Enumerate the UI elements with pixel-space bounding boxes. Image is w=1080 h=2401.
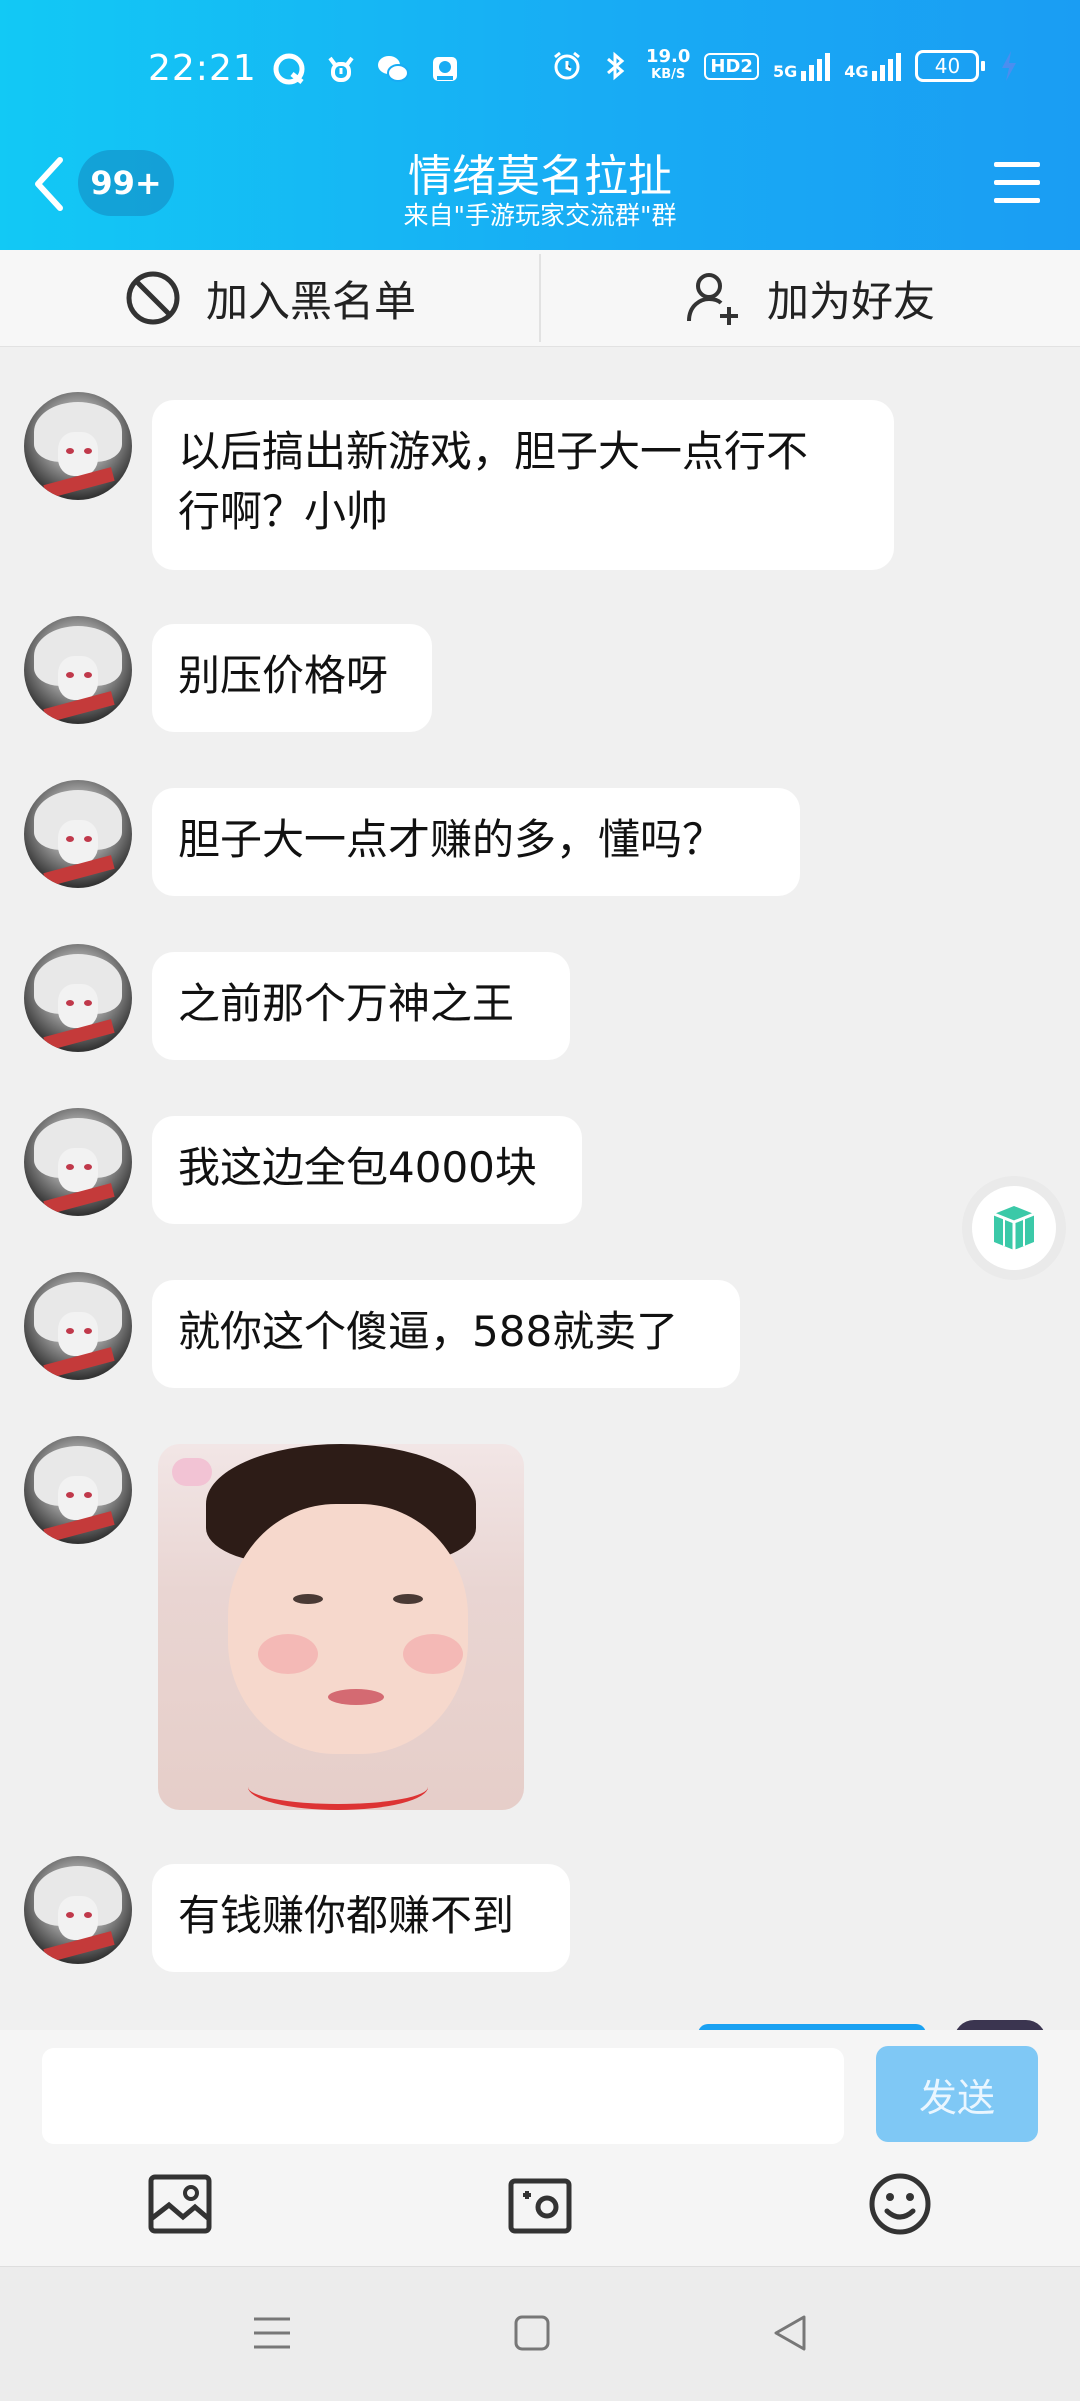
signal-icon [872,53,902,81]
signal-5g: 5G [773,51,831,81]
status-bar: 22:21 19.0 KB/S HD2 5G 4G 40 [0,0,1080,140]
cube-icon [993,1206,1035,1250]
page-subtitle: 来自"手游玩家交流群"群 [403,201,677,230]
add-friend-label: 加为好友 [766,276,935,326]
app-icon [433,57,457,81]
message-input[interactable] [42,2048,844,2144]
avatar[interactable] [24,1856,132,1964]
home-icon [514,2315,550,2351]
signal-icon [801,53,831,81]
net-speed: 19.0 KB/S [646,46,691,83]
avatar[interactable] [24,616,132,724]
avatar[interactable] [24,1108,132,1216]
nav-menu-button[interactable] [242,2303,302,2363]
menu-icon[interactable] [994,162,1040,216]
status-time: 22:21 [148,48,257,89]
camera-icon [508,2178,572,2234]
battery-icon: 40 [915,50,986,82]
block-button[interactable]: 加入黑名单 [0,250,540,346]
message-bubble[interactable]: 别压价格呀 [152,624,432,732]
avatar[interactable] [24,944,132,1052]
status-notification-icons [272,52,462,86]
avatar[interactable] [24,1436,132,1544]
add-friend-button[interactable]: 加为好友 [540,250,1080,346]
hd-voice-badge: HD2 [704,52,759,80]
wechat-icon [378,56,409,82]
alarm-app-icon [328,56,354,82]
alarm-icon [554,51,580,80]
menu-icon [254,2317,290,2349]
block-icon [126,271,180,325]
image-button[interactable] [144,2168,216,2240]
sticker-image[interactable] [158,1444,524,1810]
block-label: 加入黑名单 [205,276,416,326]
sticker-decoration-icon [172,1458,212,1486]
message-bubble[interactable]: 就你这个傻逼，588就卖了 [152,1280,740,1388]
message-bubble[interactable]: 胆子大一点才赚的多，懂吗？ [152,788,800,896]
message-bubble[interactable]: 以后搞出新游戏，胆子大一点行不 行啊？小帅 [152,400,894,570]
signal-4g: 4G [844,51,902,81]
avatar[interactable] [24,780,132,888]
emoji-icon [869,2173,931,2235]
message-input-bar: 发送 [0,2030,1080,2266]
message-bubble[interactable]: 之前那个万神之王 [152,952,570,1060]
floating-cube-button[interactable] [962,1176,1066,1280]
qq-browser-icon [273,53,305,85]
header: 22:21 19.0 KB/S HD2 5G 4G 40 99+ 情绪莫名拉扯 … [0,0,1080,250]
system-nav-bar [0,2266,1080,2401]
image-icon [148,2174,212,2234]
nav-home-button[interactable] [502,2303,562,2363]
message-bubble[interactable]: 我这边全包4000块 [152,1116,582,1224]
page-title: 情绪莫名拉扯 [408,151,672,202]
send-button[interactable]: 发送 [876,2046,1038,2142]
avatar[interactable] [24,1272,132,1380]
status-system-icons: 19.0 KB/S HD2 5G 4G 40 [550,48,1019,84]
camera-button[interactable] [504,2168,576,2240]
avatar[interactable] [24,392,132,500]
nav-back-button[interactable] [760,2303,820,2363]
back-icon [774,2315,806,2351]
profile-action-bar: 加入黑名单 加为好友 [0,250,1080,347]
bluetooth-icon [607,51,625,81]
emoji-button[interactable] [864,2168,936,2240]
add-user-icon [686,273,738,325]
charging-icon [1002,51,1017,81]
message-bubble[interactable]: 有钱赚你都赚不到 [152,1864,570,1972]
